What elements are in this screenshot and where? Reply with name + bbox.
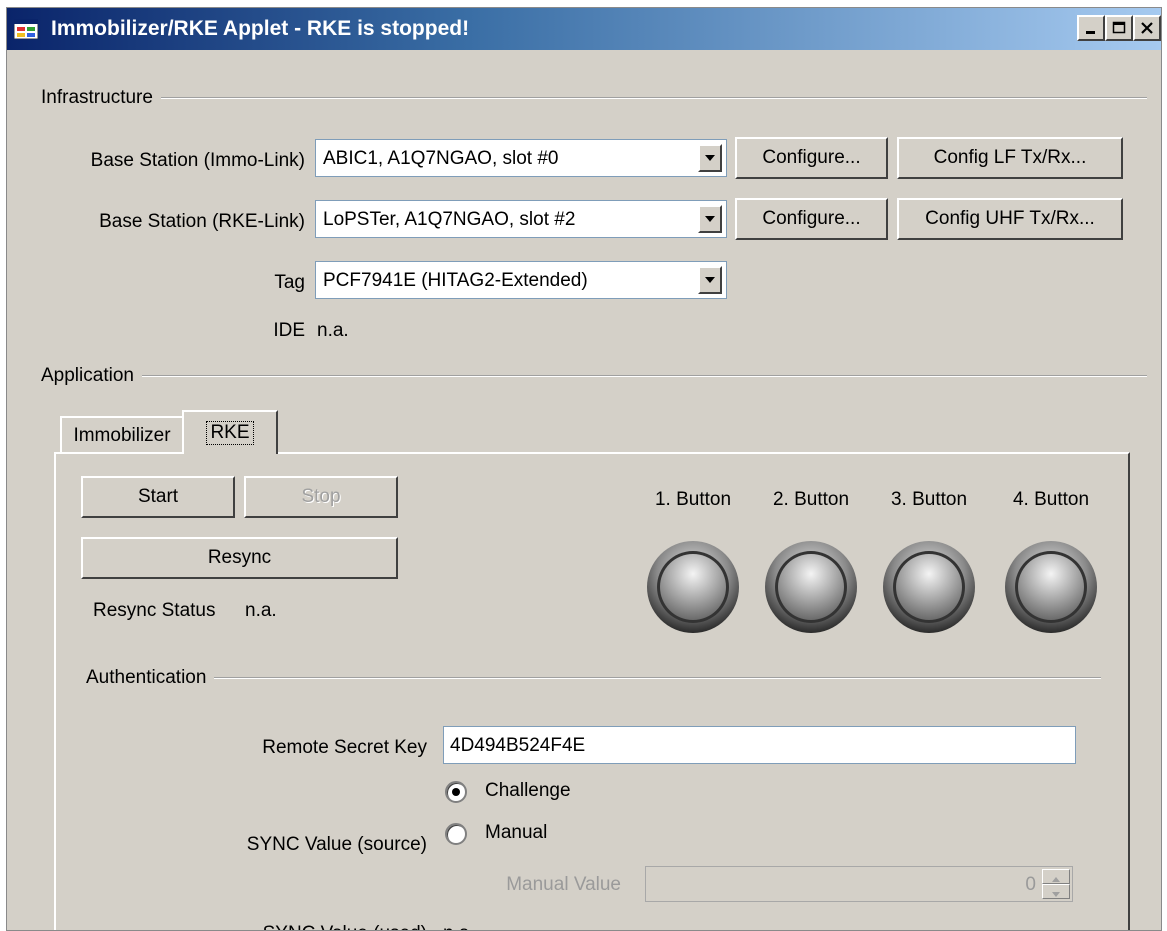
chevron-down-icon bbox=[705, 216, 715, 222]
stop-button[interactable]: Stop bbox=[244, 476, 398, 518]
button-4-label: 4. Button bbox=[1012, 489, 1090, 510]
sync-used-label: SYNC Value (used) bbox=[157, 923, 427, 930]
immo-link-label: Base Station (Immo-Link) bbox=[90, 150, 305, 171]
stepper-up-button[interactable] bbox=[1042, 869, 1070, 884]
maximize-icon bbox=[1112, 21, 1126, 34]
minimize-icon bbox=[1086, 31, 1095, 34]
stepper-down-button[interactable] bbox=[1042, 884, 1070, 899]
infrastructure-group-label: Infrastructure bbox=[41, 87, 161, 109]
manual-radio-label: Manual bbox=[485, 822, 548, 843]
maximize-button[interactable] bbox=[1105, 15, 1133, 41]
ide-value: n.a. bbox=[317, 320, 349, 341]
manual-value: 0 bbox=[1025, 874, 1036, 895]
rke-link-dropdown-button[interactable] bbox=[698, 205, 722, 233]
rke-link-label: Base Station (RKE-Link) bbox=[99, 211, 305, 232]
resync-status-value: n.a. bbox=[245, 600, 277, 621]
application-group-label: Application bbox=[41, 365, 142, 387]
challenge-radio[interactable] bbox=[445, 781, 467, 803]
radio-selected-dot bbox=[452, 788, 460, 796]
sync-used-value: n.a. bbox=[443, 923, 475, 930]
button-2-led-icon bbox=[765, 541, 857, 633]
chevron-down-icon bbox=[1052, 892, 1060, 897]
tab-immobilizer[interactable]: Immobilizer bbox=[60, 416, 184, 454]
authentication-group-label: Authentication bbox=[86, 667, 215, 689]
button-1-label: 1. Button bbox=[654, 489, 732, 510]
button-3-label: 3. Button bbox=[890, 489, 968, 510]
remote-secret-key-label: Remote Secret Key bbox=[262, 737, 427, 758]
manual-value-stepper[interactable]: 0 bbox=[645, 866, 1073, 902]
tag-label: Tag bbox=[274, 272, 305, 293]
tab-rke[interactable]: RKE bbox=[182, 410, 278, 454]
start-button[interactable]: Start bbox=[81, 476, 235, 518]
applet-window: Immobilizer/RKE Applet - RKE is stopped!… bbox=[6, 7, 1162, 931]
immo-link-select[interactable]: ABIC1, A1Q7NGAO, slot #0 bbox=[315, 139, 727, 177]
tag-select[interactable]: PCF7941E (HITAG2-Extended) bbox=[315, 261, 727, 299]
chevron-down-icon bbox=[705, 277, 715, 283]
title-bar[interactable]: Immobilizer/RKE Applet - RKE is stopped! bbox=[7, 8, 1161, 50]
sync-source-label: SYNC Value (source) bbox=[246, 834, 427, 855]
window-title: Immobilizer/RKE Applet - RKE is stopped! bbox=[51, 17, 470, 40]
app-icon bbox=[14, 19, 38, 39]
button-4-led-icon bbox=[1005, 541, 1097, 633]
rke-link-value: LoPSTer, A1Q7NGAO, slot #2 bbox=[323, 209, 576, 230]
ide-label: IDE bbox=[273, 320, 305, 341]
rke-configure-button[interactable]: Configure... bbox=[735, 198, 888, 240]
immo-link-value: ABIC1, A1Q7NGAO, slot #0 bbox=[323, 148, 559, 169]
close-icon bbox=[1141, 22, 1153, 34]
application-group-line bbox=[43, 375, 1147, 377]
authentication-group-line bbox=[89, 677, 1101, 679]
immo-configure-button[interactable]: Configure... bbox=[735, 137, 888, 179]
infrastructure-group-line bbox=[43, 97, 1147, 99]
challenge-radio-label: Challenge bbox=[485, 780, 571, 801]
button-1-led-icon bbox=[647, 541, 739, 633]
button-3-led-icon bbox=[883, 541, 975, 633]
minimize-button[interactable] bbox=[1077, 15, 1105, 41]
manual-radio[interactable] bbox=[445, 823, 467, 845]
button-2-label: 2. Button bbox=[772, 489, 850, 510]
immo-link-dropdown-button[interactable] bbox=[698, 144, 722, 172]
resync-status-label: Resync Status bbox=[93, 600, 216, 621]
remote-secret-key-input[interactable]: 4D494B524F4E bbox=[443, 726, 1076, 764]
config-uhf-button[interactable]: Config UHF Tx/Rx... bbox=[897, 198, 1123, 240]
rke-tab-panel bbox=[54, 452, 1130, 930]
resync-button[interactable]: Resync bbox=[81, 537, 398, 579]
manual-value-label: Manual Value bbox=[506, 874, 621, 895]
rke-link-select[interactable]: LoPSTer, A1Q7NGAO, slot #2 bbox=[315, 200, 727, 238]
tag-value: PCF7941E (HITAG2-Extended) bbox=[323, 270, 588, 291]
tag-dropdown-button[interactable] bbox=[698, 266, 722, 294]
close-button[interactable] bbox=[1133, 15, 1161, 41]
config-lf-button[interactable]: Config LF Tx/Rx... bbox=[897, 137, 1123, 179]
chevron-down-icon bbox=[705, 155, 715, 161]
